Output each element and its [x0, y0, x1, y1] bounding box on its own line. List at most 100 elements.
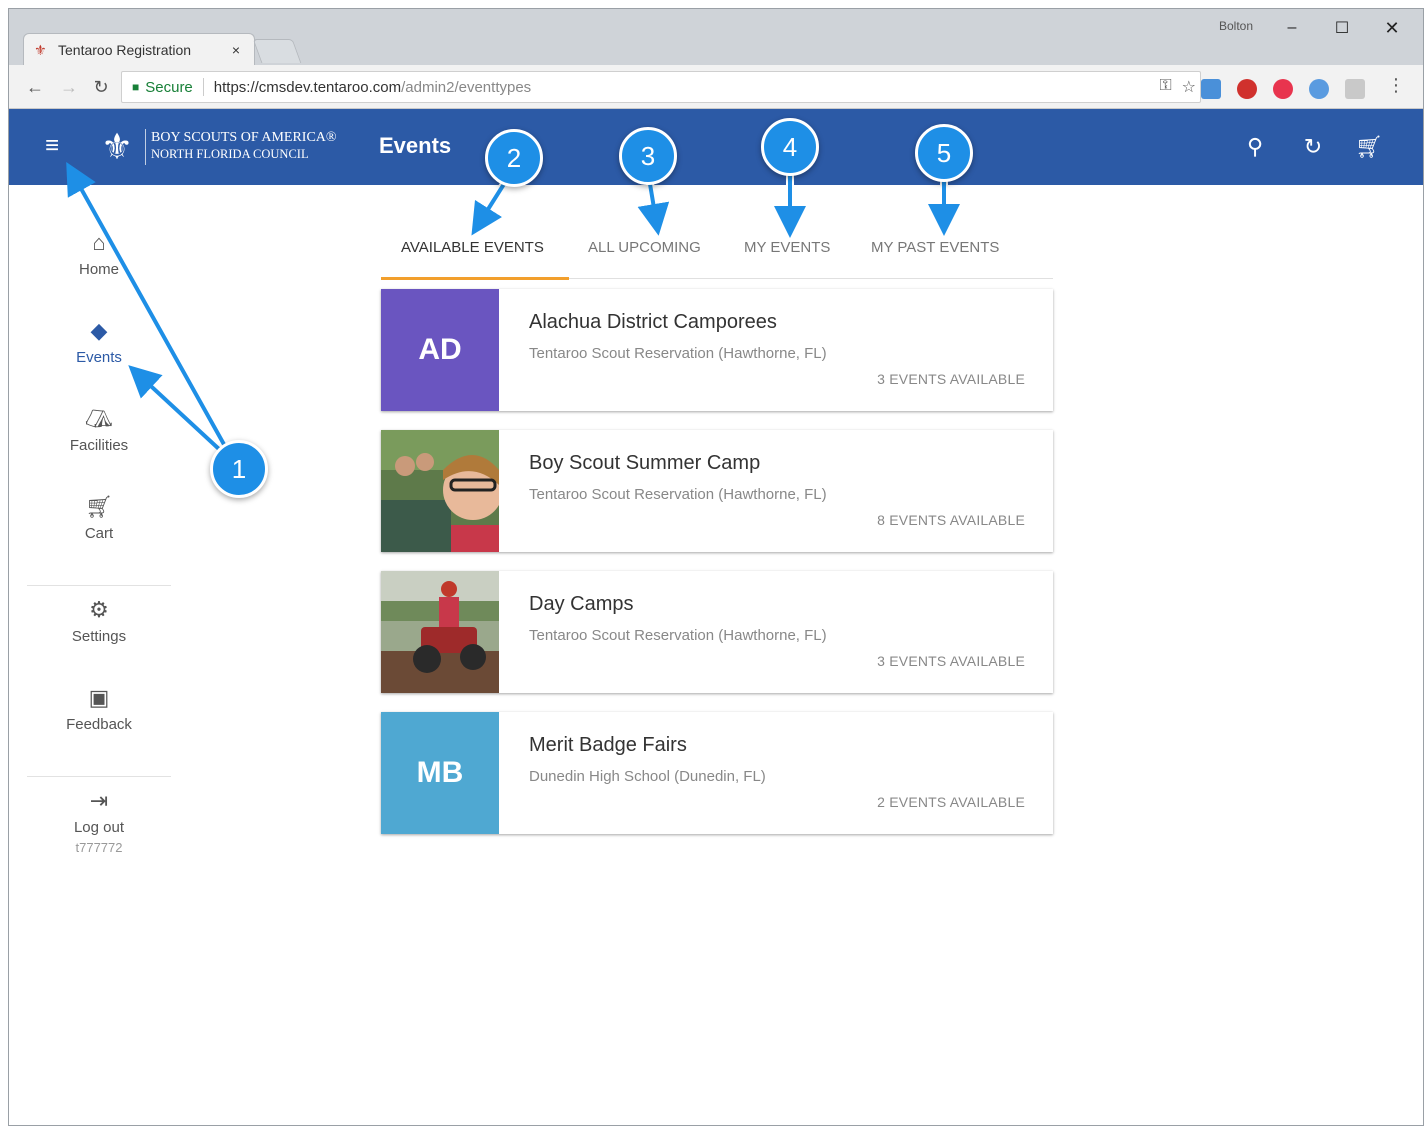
sidebar-nav: ⌂ Home ◆ Events ⛺︎ Facilities 🛒︎ Cart ⚙ …	[27, 229, 171, 875]
browser-window: ⚜ Tentaroo Registration × Bolton – ☐ ✕ ←…	[8, 8, 1424, 1126]
feedback-icon: ▣	[88, 685, 110, 710]
event-title: Alachua District Camporees	[529, 311, 777, 333]
sidebar-item-label: Home	[78, 261, 119, 278]
tab-close-icon[interactable]: ×	[228, 42, 244, 58]
browser-tab[interactable]: ⚜ Tentaroo Registration ×	[23, 33, 255, 65]
lock-icon: ■	[132, 80, 140, 94]
events-icon: ◆	[90, 318, 108, 343]
event-location: Tentaroo Scout Reservation (Hawthorne, F…	[529, 627, 827, 644]
key-icon[interactable]: ⚿	[1159, 77, 1171, 97]
callout-1: 1	[210, 440, 268, 498]
summer-camp-photo-svg	[381, 430, 499, 552]
callout-4: 4	[761, 118, 819, 176]
url-host: https://cmsdev.tentaroo.com	[213, 78, 402, 96]
extension-grammarly-icon[interactable]	[1273, 79, 1293, 99]
profile-chip[interactable]: Bolton	[1219, 19, 1253, 33]
extension-gray-icon[interactable]	[1345, 79, 1365, 99]
browser-titlebar: ⚜ Tentaroo Registration × Bolton – ☐ ✕	[9, 9, 1423, 65]
bsa-logo-icon: ⚜	[100, 126, 134, 167]
event-count: 2 EVENTS AVAILABLE	[877, 794, 1025, 810]
callout-2: 2	[485, 129, 543, 187]
day-camp-photo-svg	[381, 571, 499, 693]
extension-adblock-icon[interactable]	[1237, 79, 1257, 99]
event-tabs: AVAILABLE EVENTS ALL UPCOMING MY EVENTS …	[381, 227, 1053, 280]
event-location: Tentaroo Scout Reservation (Hawthorne, F…	[529, 345, 827, 362]
event-location: Dunedin High School (Dunedin, FL)	[529, 768, 766, 785]
sidebar-item-label: Settings	[71, 628, 127, 645]
extension-globe-icon[interactable]	[1309, 79, 1329, 99]
event-title: Merit Badge Fairs	[529, 734, 687, 756]
event-card[interactable]: Boy Scout Summer Camp Tentaroo Scout Res…	[381, 430, 1053, 552]
event-location: Tentaroo Scout Reservation (Hawthorne, F…	[529, 486, 827, 503]
forward-arrow-icon[interactable]: →	[57, 75, 81, 99]
tab-all-upcoming[interactable]: ALL UPCOMING	[588, 239, 701, 256]
extension-window-icon[interactable]	[1201, 79, 1221, 99]
reload-icon[interactable]: ↻	[89, 75, 113, 99]
browser-tab-title: Tentaroo Registration	[58, 41, 192, 58]
sidebar-item-logout[interactable]: ⇥ Log out t777772	[27, 787, 171, 875]
logout-icon: ⇥	[89, 788, 109, 813]
hamburger-menu-icon[interactable]: ≡	[39, 133, 65, 159]
summer-camp-photo	[381, 430, 499, 552]
sidebar-item-events[interactable]: ◆ Events	[27, 317, 171, 405]
callout-3: 3	[619, 127, 677, 185]
refresh-icon[interactable]: ↻	[1299, 133, 1327, 161]
event-card[interactable]: MB Merit Badge Fairs Dunedin High School…	[381, 712, 1053, 834]
sidebar-item-feedback[interactable]: ▣ Feedback	[27, 684, 171, 772]
event-initials-tile: MB	[381, 712, 499, 834]
sidebar-item-label: Events	[76, 349, 122, 366]
cart-icon: 🛒︎	[85, 494, 113, 519]
browser-menu-icon[interactable]: ⋮	[1387, 75, 1405, 96]
day-camp-photo	[381, 571, 499, 693]
sidebar-item-label: Facilities	[69, 437, 129, 454]
app-header: ≡ ⚜ BOY SCOUTS OF AMERICA® NORTH FLORIDA…	[9, 109, 1423, 185]
extension-icons	[1201, 79, 1365, 99]
tab-my-past-events[interactable]: MY PAST EVENTS	[871, 239, 999, 256]
gear-icon: ⚙	[89, 597, 109, 622]
event-count: 8 EVENTS AVAILABLE	[877, 512, 1025, 528]
active-tab-indicator	[381, 277, 569, 280]
event-card[interactable]: Day Camps Tentaroo Scout Reservation (Ha…	[381, 571, 1053, 693]
fleur-de-lis-favicon-icon: ⚜	[34, 41, 47, 58]
event-title: Boy Scout Summer Camp	[529, 452, 761, 474]
sidebar-item-cart[interactable]: 🛒︎ Cart	[27, 493, 171, 581]
org-name: BOY SCOUTS OF AMERICA® NORTH FLORIDA COU…	[151, 129, 337, 163]
omnibox-divider	[202, 78, 204, 96]
sidebar-divider	[27, 776, 171, 777]
secure-label: Secure	[145, 78, 193, 96]
logo-divider	[145, 129, 146, 165]
tab-my-events[interactable]: MY EVENTS	[744, 239, 830, 256]
sidebar-item-home[interactable]: ⌂ Home	[27, 229, 171, 317]
home-icon: ⌂	[92, 230, 106, 255]
event-type-list: AD Alachua District Camporees Tentaroo S…	[381, 289, 1053, 853]
org-line-2: NORTH FLORIDA COUNCIL	[151, 147, 309, 161]
event-count: 3 EVENTS AVAILABLE	[877, 653, 1025, 669]
sidebar-item-label: Log out	[73, 819, 125, 836]
omnibox-icons: ⚿ ☆	[1159, 77, 1196, 97]
sidebar-item-facilities[interactable]: ⛺︎ Facilities	[27, 405, 171, 493]
address-bar: ← → ↻ ■ Secure https://cmsdev.tentaroo.c…	[9, 65, 1423, 109]
event-card[interactable]: AD Alachua District Camporees Tentaroo S…	[381, 289, 1053, 411]
tab-available-events[interactable]: AVAILABLE EVENTS	[401, 239, 544, 256]
tent-icon: ⛺︎	[85, 406, 113, 431]
event-initials-tile: AD	[381, 289, 499, 411]
url-path: /admin2/eventtypes	[401, 78, 532, 96]
star-icon[interactable]: ☆	[1182, 77, 1196, 97]
url-text: https://cmsdev.tentaroo.com/admin2/event…	[214, 79, 531, 96]
minimize-button[interactable]: –	[1269, 13, 1315, 43]
window-close-button[interactable]: ✕	[1369, 13, 1415, 43]
org-line-1: BOY SCOUTS OF AMERICA®	[151, 130, 337, 145]
callout-5: 5	[915, 124, 973, 182]
maximize-button[interactable]: ☐	[1319, 13, 1365, 43]
sidebar-divider	[27, 585, 171, 586]
sidebar-item-settings[interactable]: ⚙ Settings	[27, 596, 171, 684]
back-arrow-icon[interactable]: ←	[23, 75, 47, 99]
search-icon[interactable]: ⚲	[1241, 133, 1269, 161]
url-input[interactable]: ■ Secure https://cmsdev.tentaroo.com/adm…	[121, 71, 1201, 103]
sidebar-item-label: Cart	[84, 525, 114, 542]
cart-icon[interactable]: 🛒︎	[1355, 133, 1383, 161]
new-tab-button[interactable]	[252, 39, 302, 63]
user-id: t777772	[75, 840, 123, 855]
page-title: Events	[379, 133, 452, 158]
page: ⚜ Tentaroo Registration × Bolton – ☐ ✕ ←…	[0, 0, 1428, 1126]
